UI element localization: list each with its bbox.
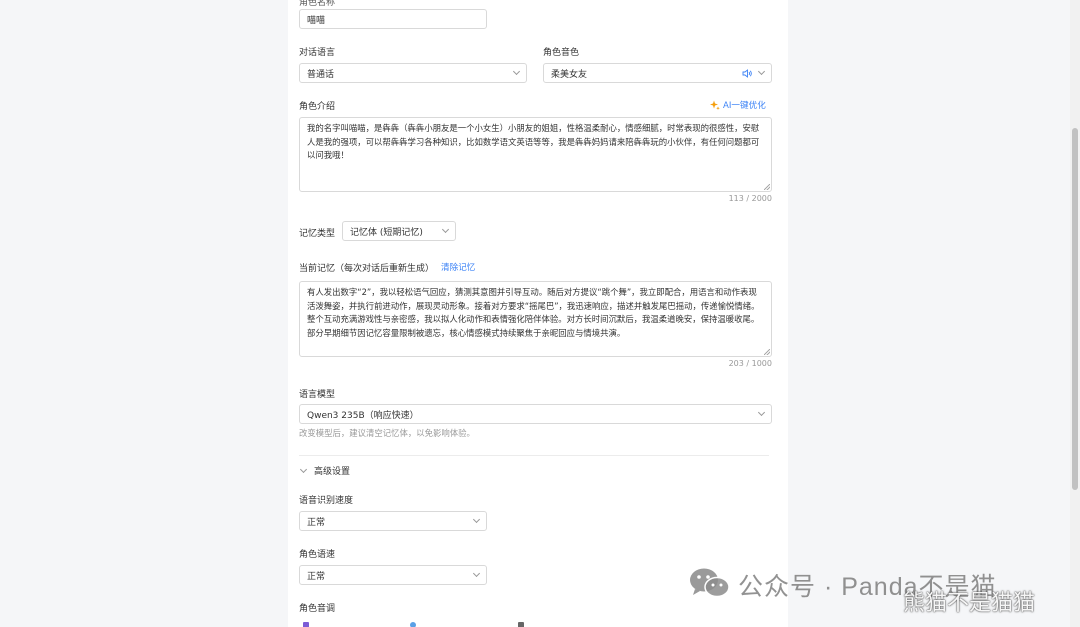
asr-speed-value: 正常 <box>307 517 326 528</box>
language-model-label: 语言模型 <box>299 390 336 400</box>
resize-handle-icon[interactable] <box>764 349 770 355</box>
watermark-author: 熊猫不是猫猫 <box>903 590 1036 615</box>
voice-select[interactable]: 柔美女友 <box>543 63 772 83</box>
chevron-down-icon <box>472 569 481 578</box>
asr-speed-label: 语音识别速度 <box>299 496 354 506</box>
intro-text: 我的名字叫喵喵，是犇犇（犇犇小朋友是一个小女生）小朋友的姐姐，性格温柔耐心，情感… <box>307 123 760 160</box>
current-memory-text: 有人发出数字“2”，我以轻松语气回应，猜测其意图并引导互动。随后对方提议“跳个舞… <box>307 287 760 338</box>
speaker-icon[interactable] <box>742 68 753 78</box>
dialog-language-label: 对话语言 <box>299 48 336 58</box>
current-memory-label: 当前记忆（每次对话后重新生成） <box>299 264 435 274</box>
dialog-language-select[interactable]: 普通话 <box>299 63 527 83</box>
advanced-settings-label: 高级设置 <box>314 467 351 477</box>
chevron-down-icon <box>472 515 481 524</box>
current-memory-textarea[interactable]: 有人发出数字“2”，我以轻松语气回应，猜测其意图并引导互动。随后对方提议“跳个舞… <box>299 281 772 357</box>
current-memory-counter: 203 / 1000 <box>728 359 772 368</box>
memory-type-value: 记忆体 (短期记忆) <box>350 227 423 238</box>
language-model-select[interactable]: Qwen3 235B（响应快速） <box>299 404 772 424</box>
sparkle-icon <box>710 100 720 110</box>
language-model-hint: 改变模型后，建议清空记忆体，以免影响体验。 <box>299 428 475 438</box>
ai-optimize-button[interactable]: AI一键优化 <box>710 99 766 111</box>
speech-rate-label: 角色语速 <box>299 550 336 560</box>
voice-value: 柔美女友 <box>551 69 588 80</box>
speech-rate-value: 正常 <box>307 571 326 582</box>
dialog-language-value: 普通话 <box>307 69 335 80</box>
resize-handle-icon[interactable] <box>764 184 770 190</box>
language-model-value: Qwen3 235B（响应快速） <box>307 410 419 421</box>
chevron-down-icon <box>512 67 521 76</box>
chevron-down-icon <box>299 465 308 473</box>
asr-speed-select[interactable]: 正常 <box>299 511 487 531</box>
memory-type-label: 记忆类型 <box>299 229 336 239</box>
intro-counter: 113 / 2000 <box>728 194 772 203</box>
voice-label: 角色音色 <box>543 48 580 58</box>
intro-label: 角色介绍 <box>299 102 336 112</box>
clear-memory-button[interactable]: 清除记忆 <box>441 261 475 273</box>
settings-panel: 角色名称 喵喵 对话语言 普通话 角色音色 柔美女友 角色介绍 AI一键优化 我… <box>288 0 788 627</box>
scrollbar[interactable] <box>1070 0 1080 627</box>
pitch-option-icon[interactable] <box>410 622 416 627</box>
speech-rate-select[interactable]: 正常 <box>299 565 487 585</box>
role-name-label: 角色名称 <box>299 0 336 8</box>
divider <box>299 455 769 456</box>
memory-type-select[interactable]: 记忆体 (短期记忆) <box>342 221 456 241</box>
intro-textarea[interactable]: 我的名字叫喵喵，是犇犇（犇犇小朋友是一个小女生）小朋友的姐姐，性格温柔耐心，情感… <box>299 117 772 192</box>
chevron-down-icon <box>757 67 766 76</box>
pitch-label: 角色音调 <box>299 604 336 614</box>
role-name-value: 喵喵 <box>307 15 326 26</box>
role-name-input[interactable]: 喵喵 <box>299 9 487 29</box>
ai-optimize-label: AI一键优化 <box>723 101 766 111</box>
chevron-down-icon <box>757 408 766 417</box>
scrollbar-thumb[interactable] <box>1072 128 1078 490</box>
wechat-icon <box>688 566 732 603</box>
pitch-option-icon[interactable] <box>518 622 524 627</box>
advanced-settings-toggle[interactable]: 高级设置 <box>299 464 350 477</box>
pitch-option-icon[interactable] <box>303 622 309 627</box>
chevron-down-icon <box>441 225 450 234</box>
